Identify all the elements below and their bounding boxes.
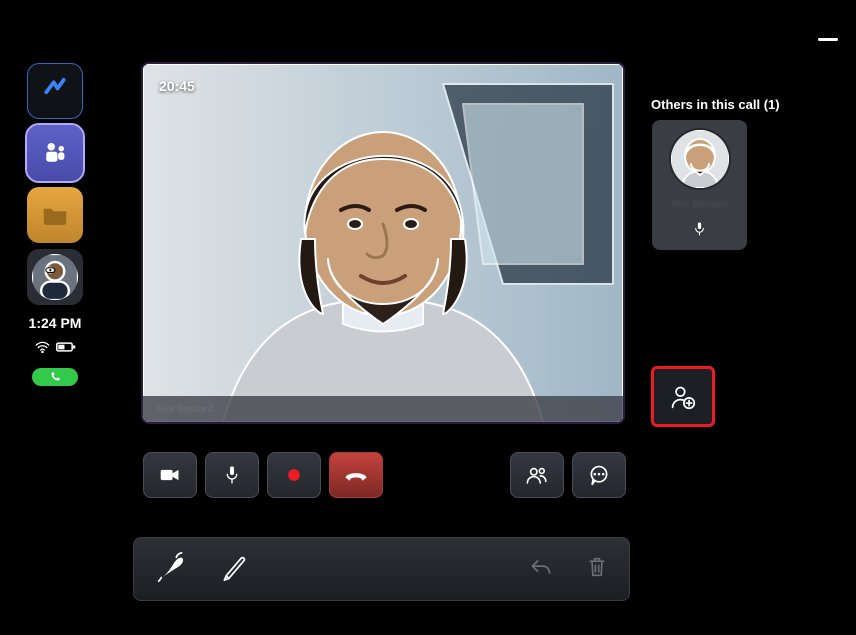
dock-app-teams[interactable] xyxy=(27,125,83,181)
avatar-icon xyxy=(32,254,78,300)
undo-icon xyxy=(529,556,553,578)
participant-mic-icon xyxy=(693,221,706,242)
speaker-video-placeholder xyxy=(143,64,623,422)
add-participant-button[interactable] xyxy=(651,366,715,427)
record-icon xyxy=(284,465,304,485)
app-dock: 1:24 PM xyxy=(24,63,86,386)
active-call-indicator[interactable] xyxy=(32,368,78,386)
main-video-tile[interactable]: 20:45 Rex Bernard xyxy=(143,64,623,422)
delete-button[interactable] xyxy=(587,555,607,584)
participant-name: Rex Bernard xyxy=(671,199,727,210)
participant-avatar xyxy=(671,130,729,188)
call-controls-left xyxy=(143,452,383,498)
mic-button[interactable] xyxy=(205,452,259,498)
pen-tool-button[interactable] xyxy=(156,551,186,588)
clock: 1:24 PM xyxy=(29,315,82,331)
people-icon xyxy=(525,465,549,485)
battery-icon xyxy=(56,340,76,356)
pencil-icon xyxy=(220,551,250,583)
chat-icon xyxy=(588,464,610,486)
camera-button[interactable] xyxy=(143,452,197,498)
call-controls-right xyxy=(510,452,626,498)
dock-app-files[interactable] xyxy=(27,187,83,243)
participants-header: Others in this call (1) xyxy=(651,97,780,112)
wifi-icon xyxy=(35,340,50,356)
hangup-icon xyxy=(343,467,369,483)
pen-toolbar xyxy=(133,537,630,601)
camera-icon xyxy=(159,466,181,484)
status-icons xyxy=(35,340,76,356)
speaker-name-bar: Rex Bernard xyxy=(143,396,623,422)
dock-app-dynamics[interactable] xyxy=(27,63,83,119)
minimize-button[interactable] xyxy=(818,38,838,41)
trash-icon xyxy=(587,555,607,579)
mic-icon xyxy=(224,464,240,486)
add-person-icon xyxy=(670,384,696,410)
participant-card[interactable]: Rex Bernard xyxy=(652,120,747,250)
hangup-button[interactable] xyxy=(329,452,383,498)
people-button[interactable] xyxy=(510,452,564,498)
undo-button[interactable] xyxy=(529,556,553,583)
record-button[interactable] xyxy=(267,452,321,498)
pencil-tool-button[interactable] xyxy=(220,551,250,588)
chat-button[interactable] xyxy=(572,452,626,498)
dock-user-avatar[interactable] xyxy=(27,249,83,305)
call-duration: 20:45 xyxy=(159,78,195,94)
pen-icon xyxy=(156,551,186,583)
